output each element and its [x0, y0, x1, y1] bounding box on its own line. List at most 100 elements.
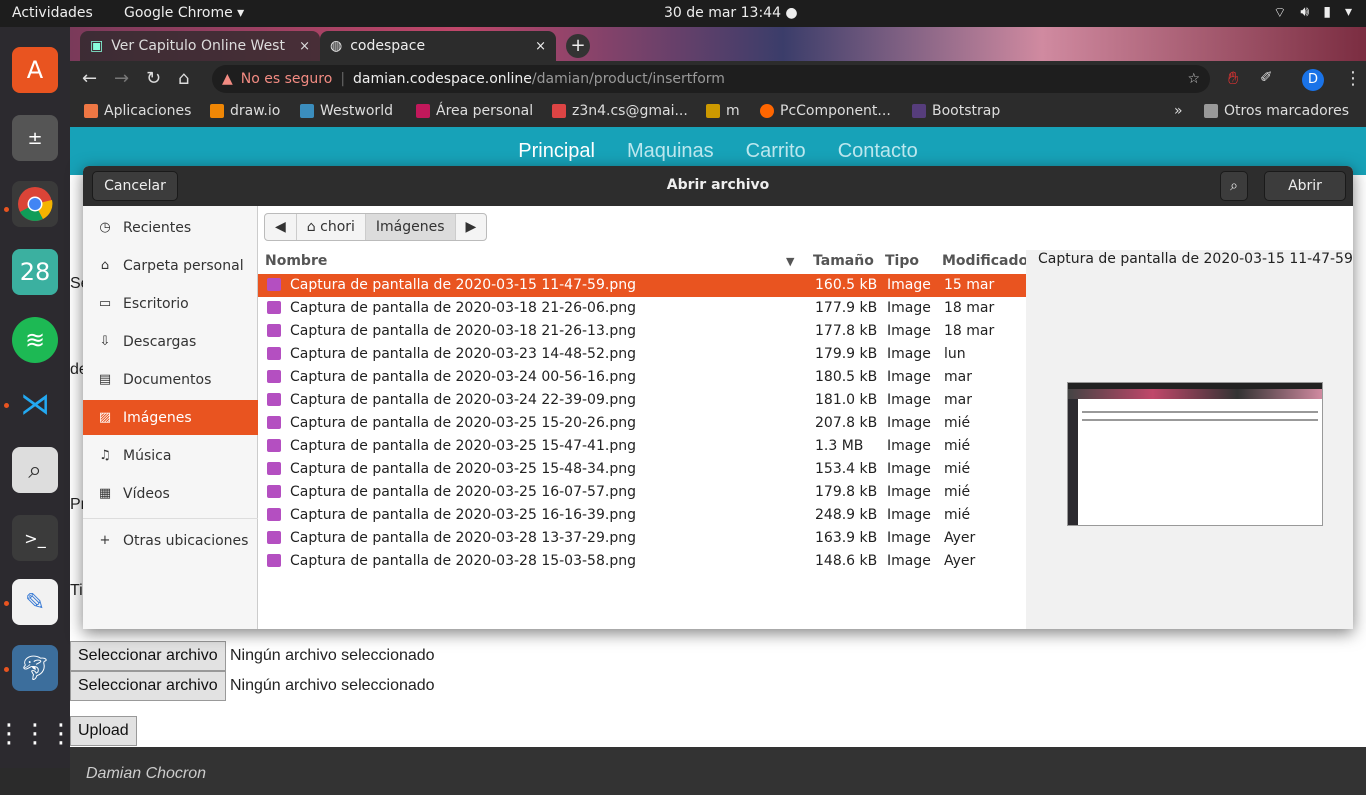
file-size: 207.8 kB: [815, 415, 878, 431]
column-modified[interactable]: Modificado: [942, 253, 1028, 269]
file-select-button[interactable]: Seleccionar archivo: [70, 641, 226, 671]
back-icon[interactable]: ←: [82, 68, 97, 89]
place-otras-ubicaciones[interactable]: + Otras ubicaciones: [83, 523, 258, 558]
thumb-text: [1082, 411, 1318, 413]
security-status[interactable]: No es seguro: [241, 71, 333, 87]
file-row[interactable]: Captura de pantalla de 2020-03-18 21-26-…: [258, 320, 1026, 343]
path-back-button[interactable]: ◀: [265, 214, 297, 240]
system-tray[interactable]: ⌔ 🔊︎ ▮ ▾: [1273, 4, 1352, 22]
file-modified: mié: [944, 507, 971, 523]
bookmarks-bar: Aplicaciones draw.io Westworld Área pers…: [70, 97, 1366, 127]
address-bar[interactable]: ▲ No es seguro | damian.codespace.online…: [212, 65, 1210, 93]
bookmark-bootstrap[interactable]: Bootstrap: [912, 103, 1000, 119]
file-row[interactable]: Captura de pantalla de 2020-03-24 00-56-…: [258, 366, 1026, 389]
dialog-header: Cancelar Abrir archivo ⌕ Abrir: [83, 166, 1353, 206]
upload-button[interactable]: Upload: [70, 716, 137, 746]
place-escritorio[interactable]: ▭ Escritorio: [83, 286, 258, 321]
place-descargas[interactable]: ⇩ Descargas: [83, 324, 258, 359]
file-type: Image: [887, 300, 931, 316]
close-tab-icon[interactable]: ×: [535, 39, 546, 54]
tab-westworld[interactable]: ▣ Ver Capitulo Online West ×: [80, 31, 320, 61]
file-row[interactable]: Captura de pantalla de 2020-03-28 13-37-…: [258, 527, 1026, 550]
extension-pen-icon[interactable]: ✐: [1260, 68, 1273, 86]
extension-icon[interactable]: ✋︎: [1228, 68, 1238, 89]
place-imagenes[interactable]: ▨ Imágenes: [83, 400, 258, 435]
bookmark-drawio[interactable]: draw.io: [210, 103, 280, 119]
file-row[interactable]: Captura de pantalla de 2020-03-15 11-47-…: [258, 274, 1026, 297]
url-domain: damian.codespace.online: [353, 71, 532, 87]
mysql-workbench-icon[interactable]: 🐬︎: [12, 645, 58, 691]
calendar-day: 28: [19, 258, 51, 286]
bookmark-apps[interactable]: Aplicaciones: [84, 103, 191, 119]
place-recientes[interactable]: ◷ Recientes: [83, 210, 258, 245]
file-size: 248.9 kB: [815, 507, 878, 523]
file-select-button[interactable]: Seleccionar archivo: [70, 671, 226, 701]
file-row[interactable]: Captura de pantalla de 2020-03-25 15-47-…: [258, 435, 1026, 458]
file-type: Image: [887, 277, 931, 293]
spotify-icon[interactable]: ≋: [12, 317, 58, 363]
forward-icon[interactable]: →: [114, 68, 129, 89]
bookmark-area-personal[interactable]: Área personal: [416, 103, 533, 119]
path-home-button[interactable]: ⌂ chori: [297, 214, 366, 240]
file-row[interactable]: Captura de pantalla de 2020-03-28 15-03-…: [258, 550, 1026, 573]
nav-carrito[interactable]: Carrito: [746, 140, 806, 163]
bookmarks-overflow[interactable]: »: [1174, 103, 1183, 119]
place-carpeta-personal[interactable]: ⌂ Carpeta personal: [83, 248, 258, 283]
dock: A ± 28 ≋ ⋊ ⌕ >_ ✎ 🐬︎ ⋮⋮⋮: [0, 27, 74, 768]
file-row[interactable]: Captura de pantalla de 2020-03-23 14-48-…: [258, 343, 1026, 366]
place-musica[interactable]: ♫ Música: [83, 438, 258, 473]
app-menu[interactable]: Google Chrome ▾: [124, 5, 244, 21]
bookmark-label: Westworld: [320, 103, 393, 119]
magnifier-icon[interactable]: ⌕: [12, 447, 58, 493]
bookmark-pccomponentes[interactable]: PcComponent...: [760, 103, 891, 119]
clock[interactable]: 30 de mar 13:44 ●: [664, 5, 798, 21]
path-forward-button[interactable]: ▶: [456, 214, 487, 240]
bookmark-star-icon[interactable]: ☆: [1187, 71, 1200, 87]
new-tab-button[interactable]: +: [566, 34, 590, 58]
running-indicator: [4, 601, 9, 606]
home-icon: ⌂: [306, 219, 321, 235]
path-bar: ◀ ⌂ chori Imágenes ▶: [264, 213, 488, 241]
calendar-icon[interactable]: 28: [12, 249, 58, 295]
calculator-icon[interactable]: ±: [12, 115, 58, 161]
bookmark-gmail[interactable]: z3n4.cs@gmai...: [552, 103, 688, 119]
close-tab-icon[interactable]: ×: [299, 39, 310, 54]
clock-icon: ◷: [99, 220, 111, 235]
other-bookmarks[interactable]: Otros marcadores: [1204, 103, 1349, 119]
home-icon[interactable]: ⌂: [178, 68, 189, 89]
chrome-icon[interactable]: [12, 181, 58, 227]
file-row[interactable]: Captura de pantalla de 2020-03-25 16-16-…: [258, 504, 1026, 527]
ubuntu-software-icon[interactable]: A: [12, 47, 58, 93]
column-size[interactable]: Tamaño: [813, 253, 874, 269]
column-name[interactable]: Nombre: [265, 253, 327, 269]
path-current-button[interactable]: Imágenes: [365, 214, 456, 240]
bookmark-westworld[interactable]: Westworld: [300, 103, 393, 119]
file-row[interactable]: Captura de pantalla de 2020-03-25 15-20-…: [258, 412, 1026, 435]
place-documentos[interactable]: ▤ Documentos: [83, 362, 258, 397]
nav-contacto[interactable]: Contacto: [838, 140, 918, 163]
thumb-tabs: [1068, 389, 1322, 399]
text-editor-icon[interactable]: ✎: [12, 579, 58, 625]
file-type: Image: [887, 507, 931, 523]
tab-codespace[interactable]: ◍ codespace ×: [320, 31, 556, 61]
file-row[interactable]: Captura de pantalla de 2020-03-18 21-26-…: [258, 297, 1026, 320]
reload-icon[interactable]: ↻: [146, 68, 161, 89]
file-row[interactable]: Captura de pantalla de 2020-03-25 16-07-…: [258, 481, 1026, 504]
bookmark-m[interactable]: m: [706, 103, 740, 119]
column-type[interactable]: Tipo: [885, 253, 919, 269]
volume-icon: 🔊︎: [1300, 4, 1310, 20]
vscode-icon[interactable]: ⋊: [12, 381, 58, 427]
open-button[interactable]: Abrir: [1264, 171, 1346, 201]
preview-filename: Captura de pantalla de 2020-03-15 11-47-…: [1038, 251, 1353, 267]
activities-button[interactable]: Actividades: [12, 5, 93, 21]
menu-icon[interactable]: ⋮: [1344, 68, 1362, 89]
terminal-icon[interactable]: >_: [12, 515, 58, 561]
show-applications-icon[interactable]: ⋮⋮⋮: [0, 711, 74, 757]
file-row[interactable]: Captura de pantalla de 2020-03-25 15-48-…: [258, 458, 1026, 481]
profile-avatar[interactable]: D: [1302, 69, 1324, 91]
place-videos[interactable]: ▦ Vídeos: [83, 476, 258, 511]
search-button[interactable]: ⌕: [1220, 171, 1248, 201]
file-row[interactable]: Captura de pantalla de 2020-03-24 22-39-…: [258, 389, 1026, 412]
nav-principal[interactable]: Principal: [518, 140, 595, 163]
nav-maquinas[interactable]: Maquinas: [627, 140, 714, 163]
